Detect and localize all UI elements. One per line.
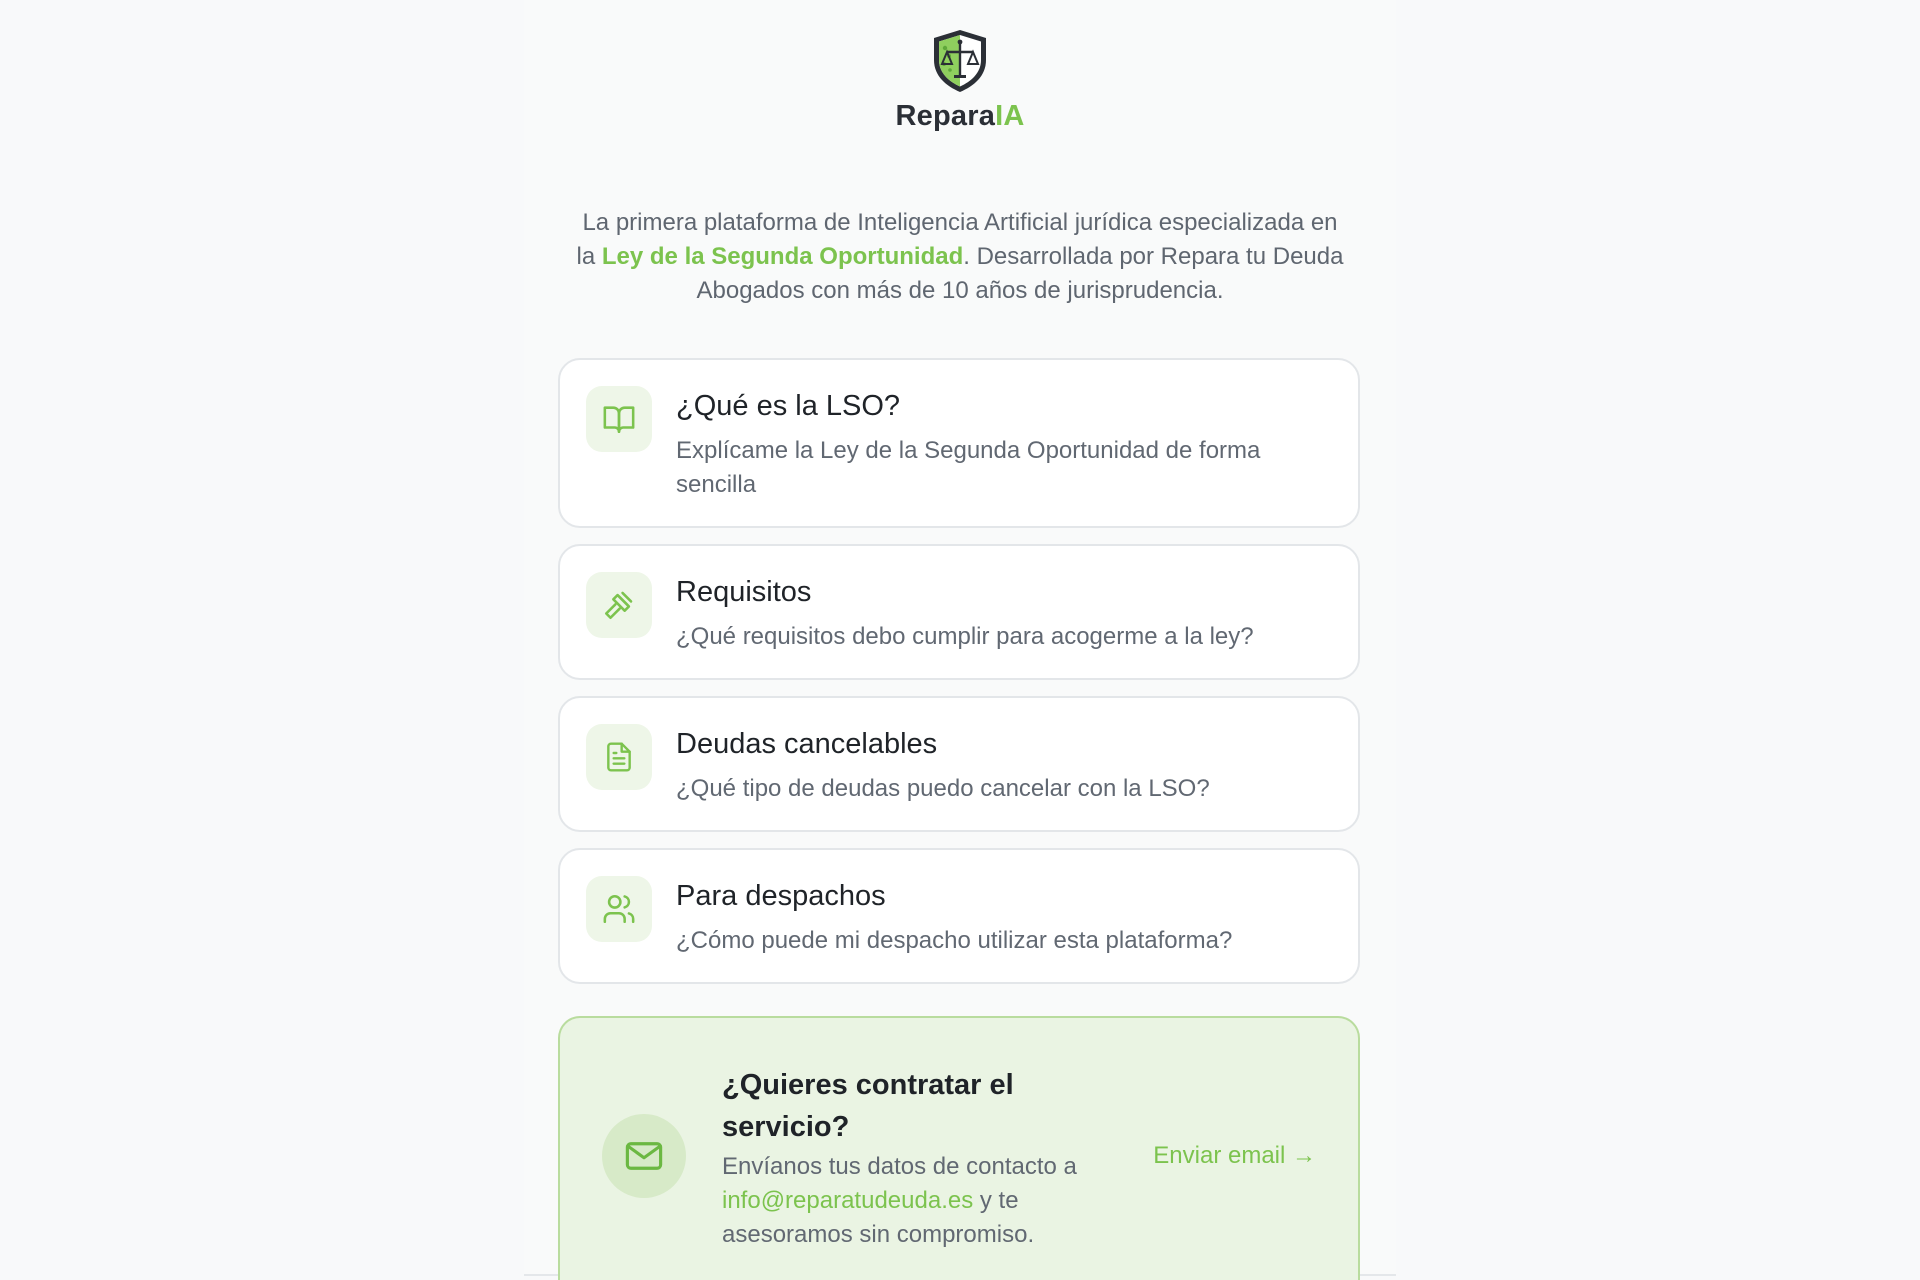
card-subtitle: ¿Cómo puede mi despacho utilizar esta pl…	[676, 927, 1233, 954]
mail-icon-circle	[602, 1114, 686, 1198]
cta-text-before: Envíanos tus datos de contacto a	[722, 1153, 1077, 1180]
cta-text: Envíanos tus datos de contacto a info@re…	[722, 1150, 1122, 1252]
card-title: Requisitos	[676, 576, 812, 608]
intro-highlight: Ley de la Segunda Oportunidad	[601, 243, 964, 270]
mail-icon	[625, 1142, 663, 1170]
shield-scale-logo-icon	[934, 30, 986, 92]
card-icon-box	[586, 724, 652, 790]
cta-title: ¿Quieres contratar el servicio?	[722, 1069, 1014, 1143]
card-title: Para despachos	[676, 880, 886, 912]
card-icon-box	[586, 876, 652, 942]
card-subtitle: ¿Qué requisitos debo cumplir para acoger…	[676, 623, 1254, 650]
card-title: ¿Qué es la LSO?	[676, 390, 901, 422]
suggestion-card-despachos[interactable]: Para despachos ¿Cómo puede mi despacho u…	[558, 848, 1360, 984]
send-email-button[interactable]: Enviar email →	[1153, 1142, 1316, 1170]
card-title: Deudas cancelables	[676, 728, 938, 760]
card-subtitle: ¿Qué tipo de deudas puedo cancelar con l…	[676, 775, 1210, 802]
page: ReparaIA La primera plataforma de Inteli…	[0, 0, 1920, 1280]
suggestion-card-deudas[interactable]: Deudas cancelables ¿Qué tipo de deudas p…	[558, 696, 1360, 832]
main-column: ReparaIA La primera plataforma de Inteli…	[524, 0, 1396, 1280]
document-icon	[607, 742, 631, 772]
logo: ReparaIA	[524, 26, 1396, 133]
gavel-icon	[604, 591, 633, 620]
intro-text: La primera plataforma de Inteligencia Ar…	[574, 206, 1346, 308]
brand-name: ReparaIA	[524, 100, 1396, 133]
contact-cta-card: ¿Quieres contratar el servicio? Envíanos…	[558, 1016, 1360, 1280]
suggestion-card-requisitos[interactable]: Requisitos ¿Qué requisitos debo cumplir …	[558, 544, 1360, 680]
brand-name-dark: Repara	[895, 100, 996, 132]
card-subtitle: Explícame la Ley de la Segunda Oportunid…	[676, 437, 1261, 498]
suggestion-card-lso[interactable]: ¿Qué es la LSO? Explícame la Ley de la S…	[558, 358, 1360, 528]
card-icon-box	[586, 572, 652, 638]
brand-name-accent: IA	[995, 100, 1025, 132]
contact-email-link[interactable]: info@reparatudeuda.es	[722, 1187, 973, 1214]
book-open-icon	[603, 406, 635, 434]
users-icon	[603, 894, 635, 924]
card-icon-box	[586, 386, 652, 452]
